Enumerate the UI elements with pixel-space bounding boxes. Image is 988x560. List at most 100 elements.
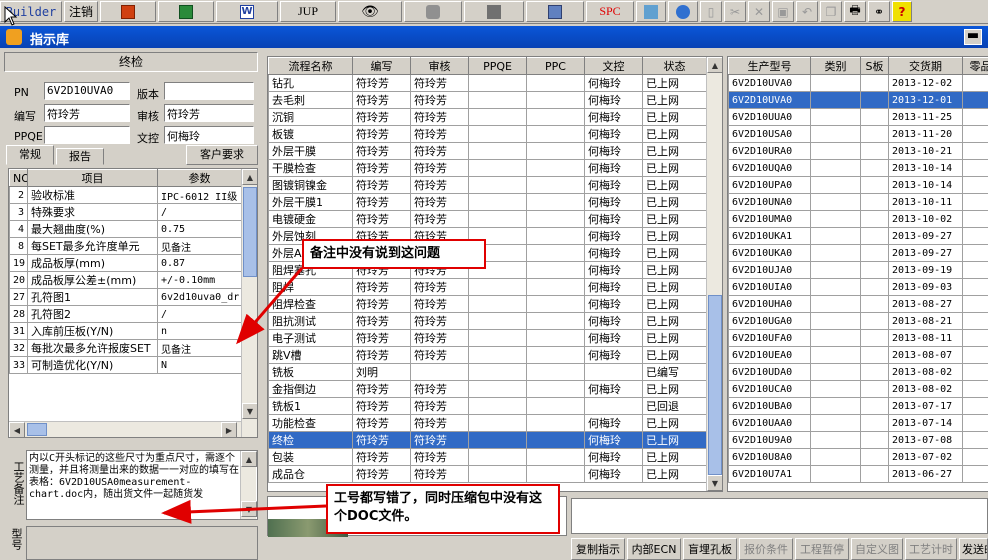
production-cell[interactable]: 6V2D10UBA0 xyxy=(728,397,811,415)
process-cell[interactable] xyxy=(468,312,527,330)
production-header-3[interactable]: 交货期 xyxy=(888,57,963,75)
process-cell[interactable]: 何梅玲 xyxy=(584,159,643,177)
process-cell[interactable]: 符玲芳 xyxy=(410,176,469,194)
process-header-1[interactable]: 编写 xyxy=(352,57,411,75)
production-cell[interactable]: 2013-09-19 xyxy=(888,261,963,279)
process-row[interactable]: 外层干膜1 符玲芳 符玲芳 何梅玲 已上网 xyxy=(268,193,707,211)
production-cell[interactable] xyxy=(860,346,889,364)
production-cell[interactable] xyxy=(860,397,889,415)
production-cell[interactable] xyxy=(810,380,861,398)
production-cell[interactable]: 6V2D10UJA0 xyxy=(728,261,811,279)
process-cell[interactable]: 符玲芳 xyxy=(352,125,411,143)
process-row[interactable]: 跳V槽 符玲芳 符玲芳 何梅玲 已上网 xyxy=(268,346,707,364)
process-row[interactable]: 电子测试 符玲芳 符玲芳 何梅玲 已上网 xyxy=(268,329,707,347)
production-cell[interactable] xyxy=(810,414,861,432)
process-cell[interactable]: 已上网 xyxy=(642,261,707,279)
process-row[interactable]: 阻焊 符玲芳 符玲芳 何梅玲 已上网 xyxy=(268,278,707,296)
process-cell[interactable]: 已上网 xyxy=(642,210,707,228)
process-cell[interactable] xyxy=(468,193,527,211)
production-cell[interactable] xyxy=(962,193,988,211)
process-cell[interactable]: 符玲芳 xyxy=(410,380,469,398)
process-cell[interactable]: 符玲芳 xyxy=(352,465,411,483)
process-cell[interactable]: 符玲芳 xyxy=(352,431,411,449)
production-cell[interactable] xyxy=(962,295,988,313)
process-cell[interactable]: 铣板1 xyxy=(268,397,353,415)
production-row[interactable]: 6V2D10UAA0 2013-07-14 xyxy=(728,414,988,432)
production-cell[interactable] xyxy=(810,176,861,194)
params-cell-value[interactable]: 0.75 xyxy=(157,220,242,238)
ppqe-field[interactable] xyxy=(44,126,130,144)
model-field[interactable] xyxy=(26,526,258,560)
production-cell[interactable] xyxy=(810,295,861,313)
params-row[interactable]: 33 可制造优化(Y/N) N xyxy=(9,356,242,374)
logout-button[interactable]: 注销 xyxy=(64,1,98,22)
process-cell[interactable] xyxy=(526,363,585,381)
process-cell[interactable]: 钻孔 xyxy=(268,74,353,92)
production-cell[interactable] xyxy=(860,159,889,177)
params-cell-item[interactable]: 每批次最多允许报废SET xyxy=(27,339,158,357)
process-cell[interactable]: 符玲芳 xyxy=(352,295,411,313)
params-cell-item[interactable]: 最大翘曲度(%) xyxy=(27,220,158,238)
production-row[interactable]: 6V2D10UGA0 2013-08-21 xyxy=(728,312,988,330)
params-cell-no[interactable]: 3 xyxy=(9,203,28,221)
process-cell[interactable] xyxy=(468,142,527,160)
process-cell[interactable] xyxy=(468,108,527,126)
process-cell[interactable]: 符玲芳 xyxy=(352,346,411,364)
production-header-1[interactable]: 类别 xyxy=(810,57,861,75)
process-cell[interactable]: 已上网 xyxy=(642,278,707,296)
production-row[interactable]: 6V2D10U8A0 2013-07-02 xyxy=(728,448,988,466)
remark-scrollbar[interactable]: ▲ ▼ xyxy=(240,451,257,519)
production-cell[interactable] xyxy=(810,210,861,228)
production-cell[interactable] xyxy=(810,346,861,364)
process-cell[interactable] xyxy=(526,397,585,415)
process-cell[interactable]: 已上网 xyxy=(642,244,707,262)
process-cell[interactable]: 符玲芳 xyxy=(352,414,411,432)
production-row[interactable]: 6V2D10UUA0 2013-11-25 xyxy=(728,108,988,126)
delete-button[interactable]: ✕ xyxy=(748,1,770,22)
process-cell[interactable]: 符玲芳 xyxy=(352,74,411,92)
process-cell[interactable]: 已编写 xyxy=(642,363,707,381)
powerpoint-button[interactable] xyxy=(100,1,156,22)
process-cell[interactable]: 符玲芳 xyxy=(352,397,411,415)
process-cell[interactable]: 何梅玲 xyxy=(584,108,643,126)
production-cell[interactable]: 6V2D10UKA1 xyxy=(728,227,811,245)
params-cell-item[interactable]: 可制造优化(Y/N) xyxy=(27,356,158,374)
params-header-item[interactable]: 项目 xyxy=(27,169,158,187)
production-cell[interactable] xyxy=(962,74,988,92)
production-cell[interactable]: 2013-08-11 xyxy=(888,329,963,347)
process-cell[interactable] xyxy=(468,329,527,347)
process-cell[interactable]: 何梅玲 xyxy=(584,261,643,279)
process-cell[interactable]: 符玲芳 xyxy=(352,278,411,296)
production-cell[interactable] xyxy=(810,159,861,177)
process-cell[interactable]: 何梅玲 xyxy=(584,295,643,313)
process-cell[interactable] xyxy=(526,176,585,194)
process-cell[interactable]: 何梅玲 xyxy=(584,312,643,330)
process-cell[interactable] xyxy=(526,227,585,245)
production-row[interactable]: 6V2D10UVA0 2013-12-02 xyxy=(728,74,988,92)
process-cell[interactable]: 符玲芳 xyxy=(352,329,411,347)
production-cell[interactable] xyxy=(962,448,988,466)
params-cell-value[interactable]: N xyxy=(157,356,242,374)
process-cell[interactable] xyxy=(526,414,585,432)
params-row[interactable]: 3 特殊要求 / xyxy=(9,203,242,221)
production-cell[interactable] xyxy=(860,448,889,466)
production-row[interactable]: 6V2D10UKA0 2013-09-27 xyxy=(728,244,988,262)
production-cell[interactable]: 6V2D10U7A1 xyxy=(728,465,811,483)
params-cell-no[interactable]: 28 xyxy=(9,305,28,323)
scroll-up-icon[interactable]: ▲ xyxy=(242,169,257,185)
process-row[interactable]: 终检 符玲芳 符玲芳 何梅玲 已上网 xyxy=(268,431,707,449)
spc-button[interactable]: SPC xyxy=(586,1,634,22)
production-cell[interactable] xyxy=(962,363,988,381)
production-cell[interactable] xyxy=(810,227,861,245)
process-cell[interactable] xyxy=(526,125,585,143)
production-cell[interactable]: 6V2D10U9A0 xyxy=(728,431,811,449)
scroll-down-icon[interactable]: ▼ xyxy=(242,403,257,419)
production-cell[interactable] xyxy=(962,159,988,177)
params-cell-no[interactable]: 27 xyxy=(9,288,28,306)
production-cell[interactable] xyxy=(860,74,889,92)
process-row[interactable]: 去毛刺 符玲芳 符玲芳 何梅玲 已上网 xyxy=(268,91,707,109)
process-header-3[interactable]: PPQE xyxy=(468,57,527,75)
params-cell-item[interactable]: 特殊要求 xyxy=(27,203,158,221)
scroll-up-icon[interactable]: ▲ xyxy=(707,57,722,73)
production-cell[interactable] xyxy=(962,312,988,330)
